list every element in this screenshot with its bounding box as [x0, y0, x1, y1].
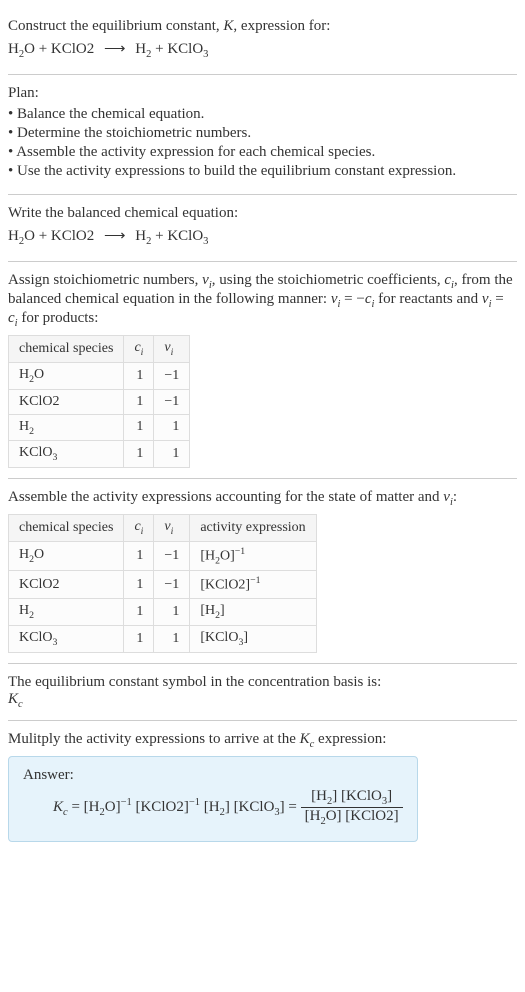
stoich-section: Assign stoichiometric numbers, νi, using…: [8, 262, 517, 479]
col-c: ci: [124, 336, 154, 363]
balanced-section: Write the balanced chemical equation: H2…: [8, 195, 517, 262]
prompt-line: Construct the equilibrium constant, K, e…: [8, 18, 517, 35]
plan-item: Determine the stoichiometric numbers.: [8, 125, 517, 142]
header-section: Construct the equilibrium constant, K, e…: [8, 8, 517, 75]
answer-label: Answer:: [23, 767, 403, 784]
table-row: H2O 1 −1 [H2O]−1: [9, 541, 317, 570]
reactant-2: KClO2: [51, 41, 94, 57]
fraction: [H2] [KClO3][H2O] [KClO2]: [301, 788, 403, 827]
activity-text: Assemble the activity expressions accoun…: [8, 489, 517, 508]
plan-item: Use the activity expressions to build th…: [8, 163, 517, 180]
plan-list: Balance the chemical equation. Determine…: [8, 106, 517, 180]
plan-item: Balance the chemical equation.: [8, 106, 517, 123]
stoich-table: chemical species ci νi H2O 1 −1 KClO2 1 …: [8, 335, 190, 468]
reactant-1: H2O: [8, 41, 35, 57]
table-header-row: chemical species ci νi: [9, 336, 190, 363]
activity-section: Assemble the activity expressions accoun…: [8, 479, 517, 664]
balanced-reaction: H2O + KClO2 ⟶ H2 + KClO3: [8, 226, 517, 247]
main-reaction: H2O + KClO2 ⟶ H2 + KClO3: [8, 39, 517, 60]
col-nu: νi: [154, 336, 190, 363]
stoich-text: Assign stoichiometric numbers, νi, using…: [8, 272, 517, 329]
balanced-title: Write the balanced chemical equation:: [8, 205, 517, 222]
plan-title: Plan:: [8, 85, 517, 102]
table-row: H2O 1 −1: [9, 362, 190, 389]
kc-symbol-text: The equilibrium constant symbol in the c…: [8, 674, 517, 691]
answer-section: Mulitply the activity expressions to arr…: [8, 721, 517, 852]
kc-symbol-section: The equilibrium constant symbol in the c…: [8, 664, 517, 721]
table-row: H2 1 1: [9, 414, 190, 441]
reaction-arrow-icon: ⟶: [98, 226, 132, 245]
table-row: KClO2 1 −1: [9, 389, 190, 414]
prompt-text-1: Construct the equilibrium constant,: [8, 18, 223, 34]
table-header-row: chemical species ci νi activity expressi…: [9, 515, 317, 542]
table-row: KClO3 1 1: [9, 441, 190, 468]
plan-section: Plan: Balance the chemical equation. Det…: [8, 75, 517, 195]
table-row: KClO2 1 −1 [KClO2]−1: [9, 571, 317, 599]
answer-expression: Kc = [H2O]−1 [KClO2]−1 [H2] [KClO3] = [H…: [23, 788, 403, 827]
K-symbol: K: [223, 18, 233, 34]
product-1: H2: [135, 41, 151, 57]
plan-item: Assemble the activity expression for eac…: [8, 144, 517, 161]
reaction-arrow-icon: ⟶: [98, 39, 132, 58]
activity-table: chemical species ci νi activity expressi…: [8, 514, 317, 653]
table-row: H2 1 1 [H2]: [9, 599, 317, 626]
prompt-text-2: , expression for:: [233, 18, 330, 34]
col-species: chemical species: [9, 336, 124, 363]
product-2: KClO3: [167, 41, 208, 57]
multiply-text: Mulitply the activity expressions to arr…: [8, 731, 517, 750]
answer-box: Answer: Kc = [H2O]−1 [KClO2]−1 [H2] [KCl…: [8, 756, 418, 842]
table-row: KClO3 1 1 [KClO3]: [9, 625, 317, 652]
kc-symbol: Kc: [8, 691, 517, 710]
